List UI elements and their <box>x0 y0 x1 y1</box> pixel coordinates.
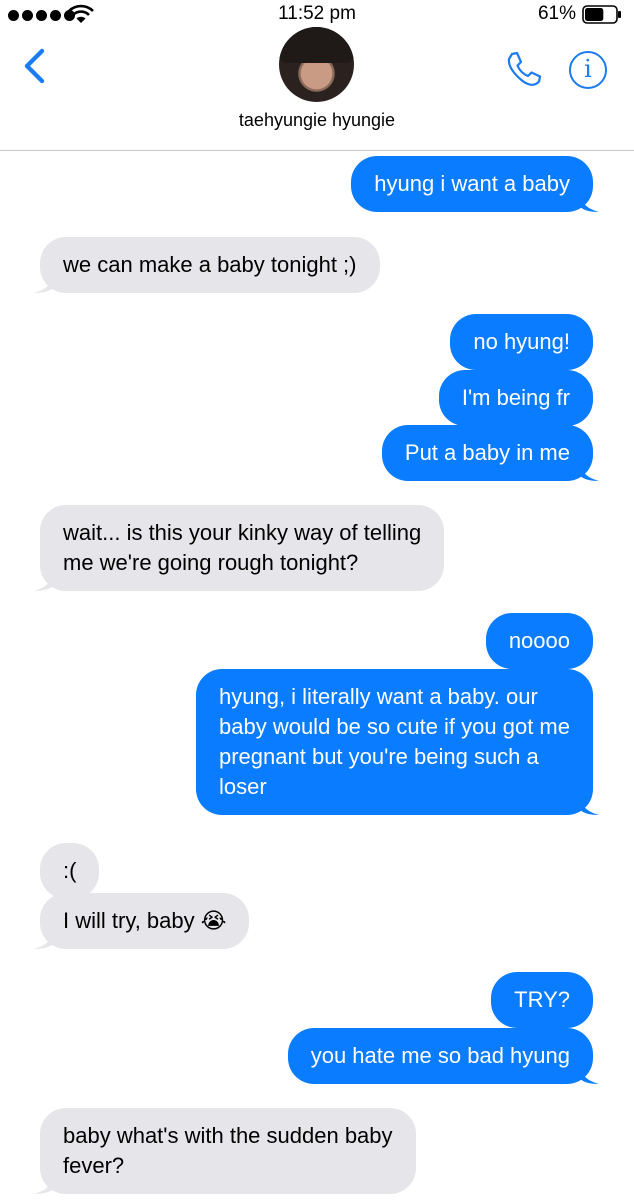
sent-message-bubble[interactable]: noooo <box>485 613 593 669</box>
message-text: I will try, baby 😭 <box>63 908 227 933</box>
message-text: baby what's with the sudden baby fever? <box>63 1123 393 1178</box>
message-text: hyung i want a baby <box>374 171 570 196</box>
phone-icon[interactable] <box>503 50 543 90</box>
conversation-header: taehyungie hyungie i <box>0 24 634 151</box>
bubble-tail <box>579 1064 599 1084</box>
battery-percentage: 61% <box>537 3 576 24</box>
sent-message-bubble[interactable]: hyung, i literally want a baby. our baby… <box>196 669 599 815</box>
sent-message-bubble[interactable]: Put a baby in me <box>381 425 599 481</box>
bubble-tail <box>34 1174 54 1194</box>
bubble-tail <box>34 929 54 949</box>
bubble-tail <box>34 273 54 293</box>
sent-message-bubble[interactable]: no hyung! <box>450 314 593 370</box>
bubble-tail <box>34 571 54 591</box>
message-text: hyung, i literally want a baby. our baby… <box>219 684 570 799</box>
message-text: I'm being fr <box>461 385 570 410</box>
received-message-bubble[interactable]: we can make a baby tonight ;) <box>34 237 380 293</box>
received-message-bubble[interactable]: I will try, baby 😭 <box>34 893 250 949</box>
contact-avatar[interactable] <box>279 27 354 102</box>
message-text: noooo <box>508 628 570 653</box>
received-message-bubble[interactable]: wait... is this your kinky way of tellin… <box>34 505 445 591</box>
bubble-tail <box>579 461 599 481</box>
bubble-tail <box>579 795 599 815</box>
message-text: Put a baby in me <box>404 440 570 465</box>
sent-message-bubble[interactable]: you hate me so bad hyung <box>287 1028 599 1084</box>
message-text: we can make a baby tonight ;) <box>63 252 357 277</box>
contact-name[interactable]: taehyungie hyungie <box>0 110 634 131</box>
message-text: TRY? <box>514 987 570 1012</box>
battery-icon <box>582 5 621 24</box>
received-message-bubble[interactable]: :( <box>40 843 100 899</box>
back-chevron-icon[interactable] <box>22 48 48 84</box>
message-text: wait... is this your kinky way of tellin… <box>63 520 422 575</box>
bubble-tail <box>579 192 599 212</box>
message-text: you hate me so bad hyung <box>310 1043 570 1068</box>
sent-message-bubble[interactable]: TRY? <box>491 972 593 1028</box>
message-text: :( <box>63 858 77 883</box>
sent-message-bubble[interactable]: I'm being fr <box>438 370 593 426</box>
sent-message-bubble[interactable]: hyung i want a baby <box>351 156 599 212</box>
info-icon[interactable]: i <box>569 51 607 89</box>
message-text: no hyung! <box>473 329 570 354</box>
received-message-bubble[interactable]: baby what's with the sudden baby fever? <box>34 1108 416 1194</box>
